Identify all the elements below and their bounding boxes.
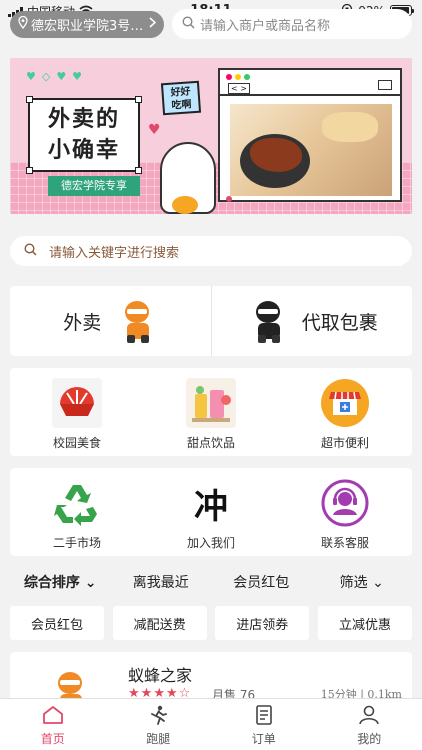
tab-label: 首页 — [40, 732, 65, 746]
takeout-card[interactable]: 外卖 — [10, 286, 211, 356]
heart-icon: ♥ — [148, 122, 161, 138]
hearts-decoration: ♥◇♥♥ — [26, 70, 89, 83]
filter-label: 筛选 — [339, 575, 368, 591]
search-icon — [24, 242, 37, 260]
parcel-pickup-label: 代取包裹 — [301, 311, 378, 334]
category-label: 超市便利 — [320, 436, 369, 450]
category-row-1: 校园美食 甜点饮品 超市便利 — [10, 368, 412, 456]
tab-label: 我的 — [357, 732, 382, 746]
home-icon — [42, 705, 64, 728]
profile-icon — [358, 705, 380, 728]
chip-instant-discount[interactable]: 立减优惠 — [317, 606, 412, 640]
takeout-label: 外卖 — [63, 311, 102, 334]
shop-name: 蚁蜂之家 — [128, 666, 193, 685]
sort-member-bonus[interactable]: 会员红包 — [211, 572, 312, 596]
service-cards: 外卖 代取包裹 — [10, 286, 412, 356]
banner-title-line2: 小确幸 — [47, 138, 120, 163]
ninja-black-icon — [246, 299, 288, 343]
carousel-indicator — [226, 196, 232, 202]
promo-chips: 会员红包 减配送费 进店领券 立减优惠 — [10, 606, 412, 640]
tab-profile[interactable]: 我的 — [317, 699, 422, 750]
promo-banner[interactable]: ♥◇♥♥ 外卖的 小确幸 德宏学院专享 好好 吃啊 ♥ < > — [10, 58, 412, 214]
keyword-search-input[interactable]: 请输入关键字进行搜索 — [10, 236, 412, 266]
brush-character-icon: 冲 — [194, 486, 228, 527]
sort-comprehensive-label: 综合排序 — [23, 575, 80, 591]
customer-service-icon — [320, 478, 370, 528]
ninja-orange-icon — [115, 299, 157, 343]
tab-label: 跑腿 — [146, 732, 171, 746]
category-label: 加入我们 — [186, 536, 235, 550]
category-label: 联系客服 — [320, 536, 369, 550]
chevron-down-icon: ⌄ — [367, 575, 384, 591]
keyword-search-placeholder: 请输入关键字进行搜索 — [49, 245, 180, 261]
category-customer-service[interactable]: 联系客服 — [278, 468, 412, 556]
chevron-right-icon — [149, 17, 157, 32]
bottom-tab-bar: 首页 跑腿 订单 我的 — [0, 698, 422, 750]
filter-button[interactable]: 筛选 ⌄ — [312, 572, 413, 596]
tab-home[interactable]: 首页 — [0, 699, 106, 750]
recycle-icon — [52, 478, 102, 528]
category-label: 二手市场 — [52, 536, 101, 550]
chip-reduced-delivery[interactable]: 减配送费 — [112, 606, 207, 640]
bubble-line2: 吃啊 — [171, 99, 192, 112]
speech-bubble: 好好 吃啊 — [160, 80, 202, 116]
runner-icon — [147, 705, 169, 728]
location-selector[interactable]: 德宏职业学院3号… — [10, 11, 164, 38]
cat-paw-illustration — [160, 142, 216, 214]
parcel-pickup-card[interactable]: 代取包裹 — [210, 286, 413, 356]
tab-errand[interactable]: 跑腿 — [106, 699, 212, 750]
category-desserts[interactable]: 甜点饮品 — [144, 368, 278, 456]
location-label: 德宏职业学院3号… — [31, 19, 144, 34]
bowl-icon — [52, 378, 102, 428]
category-second-hand[interactable]: 二手市场 — [10, 468, 144, 556]
chevron-down-icon: ⌄ — [79, 575, 97, 591]
merchant-search-placeholder: 请输入商户或商品名称 — [200, 18, 331, 34]
location-pin-icon — [18, 15, 28, 33]
category-campus-food[interactable]: 校园美食 — [10, 368, 144, 456]
tab-orders[interactable]: 订单 — [211, 699, 317, 750]
category-supermarket[interactable]: 超市便利 — [278, 368, 412, 456]
category-label: 甜点饮品 — [186, 436, 235, 450]
store-icon — [320, 378, 370, 428]
banner-title-line1: 外卖的 — [47, 107, 120, 132]
chip-member-bonus[interactable]: 会员红包 — [10, 606, 104, 640]
tab-label: 订单 — [251, 732, 276, 746]
search-icon — [182, 15, 195, 33]
chip-store-coupon[interactable]: 进店领券 — [215, 606, 310, 640]
browser-window-illustration: < > — [218, 68, 402, 202]
sort-filter-bar: 综合排序 ⌄ 离我最近 会员红包 筛选 ⌄ — [10, 572, 412, 596]
category-row-2: 二手市场 冲 加入我们 联系客服 — [10, 468, 412, 556]
category-join-us[interactable]: 冲 加入我们 — [144, 468, 278, 556]
category-label: 校园美食 — [52, 436, 101, 450]
banner-title-box: 外卖的 小确幸 — [26, 96, 142, 174]
merchant-search-input[interactable]: 请输入商户或商品名称 — [172, 9, 412, 39]
order-icon — [253, 705, 275, 728]
banner-tag: 德宏学院专享 — [48, 176, 140, 196]
sort-nearest[interactable]: 离我最近 — [111, 572, 212, 596]
drinks-icon — [186, 378, 236, 428]
sort-comprehensive[interactable]: 综合排序 ⌄ — [10, 572, 111, 596]
food-photo — [230, 104, 392, 196]
